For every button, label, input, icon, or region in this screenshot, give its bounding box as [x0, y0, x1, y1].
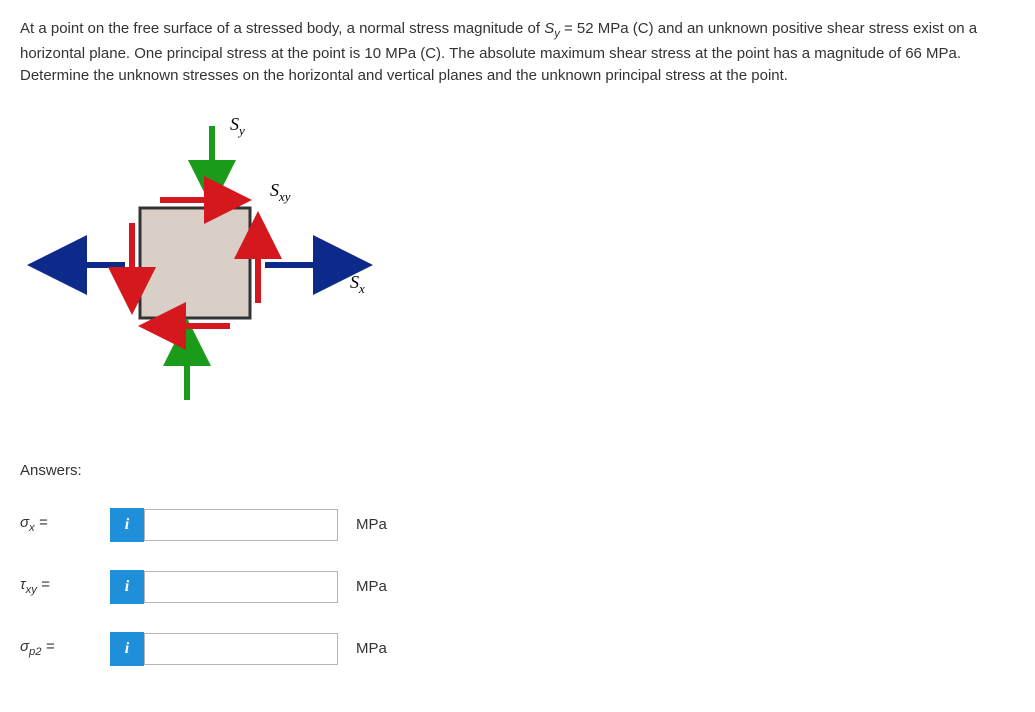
diagram-sx-label: S — [350, 272, 359, 292]
stress-element-diagram: Sy Sxy Sx — [25, 108, 1015, 426]
diagram-sxy-label: S — [270, 180, 279, 200]
diagram-sy-sub: y — [237, 123, 245, 138]
answer-label-sigma-x: σx = — [20, 512, 80, 537]
problem-line4: point. — [751, 67, 788, 84]
unit-sigma-p2: MPa — [356, 638, 387, 661]
diagram-sx-sub: x — [358, 281, 365, 296]
info-button-tau-xy[interactable]: i — [110, 570, 144, 604]
answers-header: Answers: — [20, 460, 1015, 483]
info-button-sigma-x[interactable]: i — [110, 508, 144, 542]
diagram-sxy-sub: xy — [278, 189, 291, 204]
unit-tau-xy: MPa — [356, 576, 387, 599]
unit-sigma-x: MPa — [356, 514, 387, 537]
input-sigma-p2[interactable] — [144, 633, 338, 665]
answer-label-tau-xy: τxy = — [20, 574, 80, 599]
input-tau-xy[interactable] — [144, 571, 338, 603]
sy-val: = 52 MPa (C) and an unknown positive she… — [560, 20, 909, 37]
answer-row-sigma-x: σx = i MPa — [20, 508, 1015, 542]
svg-text:Sxy: Sxy — [270, 180, 291, 204]
diagram-sy-label: S — [230, 114, 239, 134]
problem-statement: At a point on the free surface of a stre… — [20, 18, 1015, 88]
problem-line1-pre: At a point on the free surface of a stre… — [20, 20, 544, 37]
info-button-sigma-p2[interactable]: i — [110, 632, 144, 666]
svg-text:Sx: Sx — [350, 272, 365, 296]
sy-var: S — [544, 20, 554, 37]
answer-row-tau-xy: τxy = i MPa — [20, 570, 1015, 604]
answer-label-sigma-p2: σp2 = — [20, 636, 80, 661]
input-sigma-x[interactable] — [144, 509, 338, 541]
svg-text:Sy: Sy — [230, 114, 245, 138]
answer-row-sigma-p2: σp2 = i MPa — [20, 632, 1015, 666]
